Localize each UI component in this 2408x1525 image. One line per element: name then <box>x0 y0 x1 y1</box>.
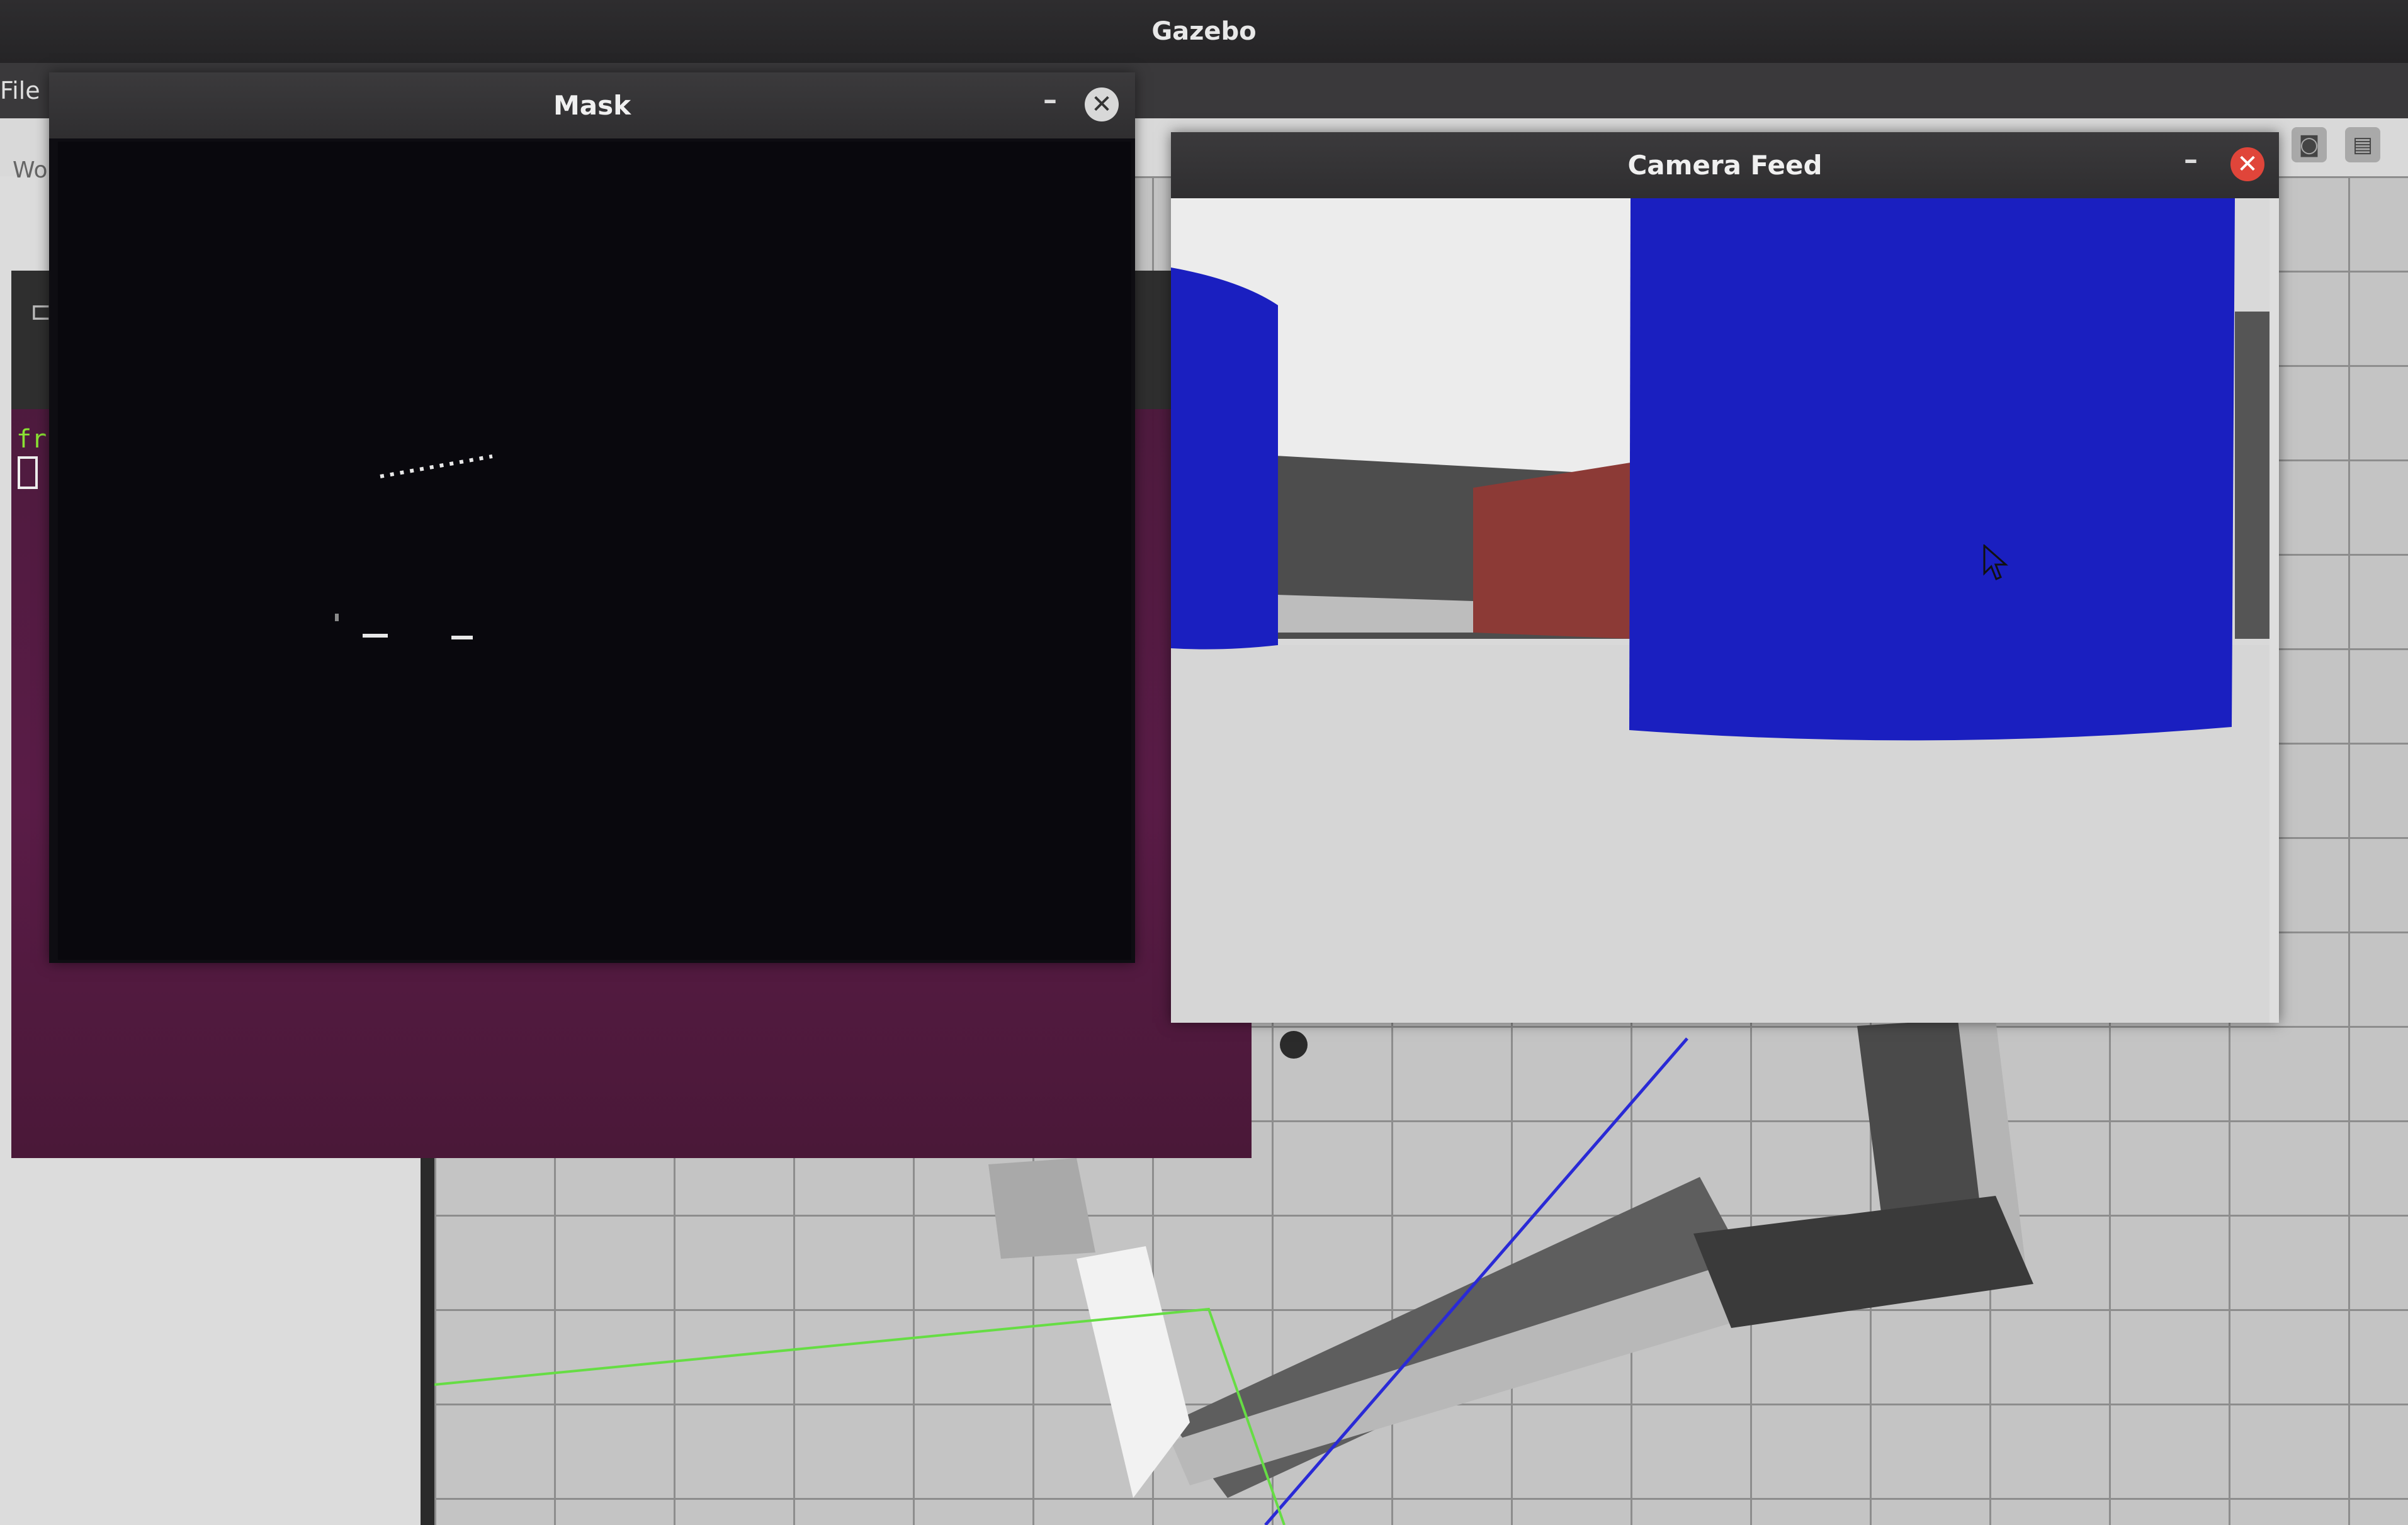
mask-window[interactable]: Mask – ✕ <box>49 72 1135 963</box>
wall-ledge <box>1278 595 1473 633</box>
mask-blob <box>363 634 388 638</box>
mask-image <box>58 142 1131 960</box>
close-icon[interactable]: ✕ <box>1085 87 1119 121</box>
menu-file[interactable]: File <box>0 77 40 104</box>
mask-pixels <box>335 454 493 639</box>
mask-title: Mask <box>553 90 631 121</box>
camera-icon[interactable]: ◙ <box>2292 127 2327 162</box>
mask-blob <box>335 614 339 621</box>
wall-shadow <box>1693 1196 2033 1328</box>
terminal-cursor <box>18 456 38 489</box>
window-title: Gazebo <box>1151 17 1257 46</box>
mask-blob <box>451 636 473 639</box>
minimize-icon[interactable]: – <box>2178 146 2203 176</box>
world-tab-label[interactable]: Wo <box>13 157 48 183</box>
camera-titlebar[interactable]: Camera Feed – ✕ <box>1171 132 2279 198</box>
mask-titlebar[interactable]: Mask – ✕ <box>49 72 1135 138</box>
camera-feed-window[interactable]: Camera Feed – ✕ <box>1171 132 2279 1023</box>
red-block <box>1473 463 1631 639</box>
robot-marker <box>1280 1031 1308 1059</box>
camera-image <box>1171 198 2270 1023</box>
log-icon[interactable]: ▤ <box>2345 127 2380 162</box>
wall-post <box>988 1158 1095 1259</box>
mask-dotted-line <box>380 454 493 478</box>
ramp <box>1077 1246 1190 1498</box>
left-blue-cylinder <box>1171 267 1278 650</box>
mouse-cursor-icon <box>1983 544 2008 580</box>
close-icon[interactable]: ✕ <box>2230 147 2264 181</box>
gazebo-titlebar: Gazebo <box>0 0 2408 63</box>
camera-scene <box>1171 198 2270 1023</box>
right-blue-cylinder <box>1629 198 2235 741</box>
camera-title: Camera Feed <box>1627 150 1823 181</box>
minimize-icon[interactable]: – <box>1037 86 1063 116</box>
wall-dark-right <box>2235 312 2270 639</box>
panel-splitter[interactable] <box>421 1145 434 1525</box>
